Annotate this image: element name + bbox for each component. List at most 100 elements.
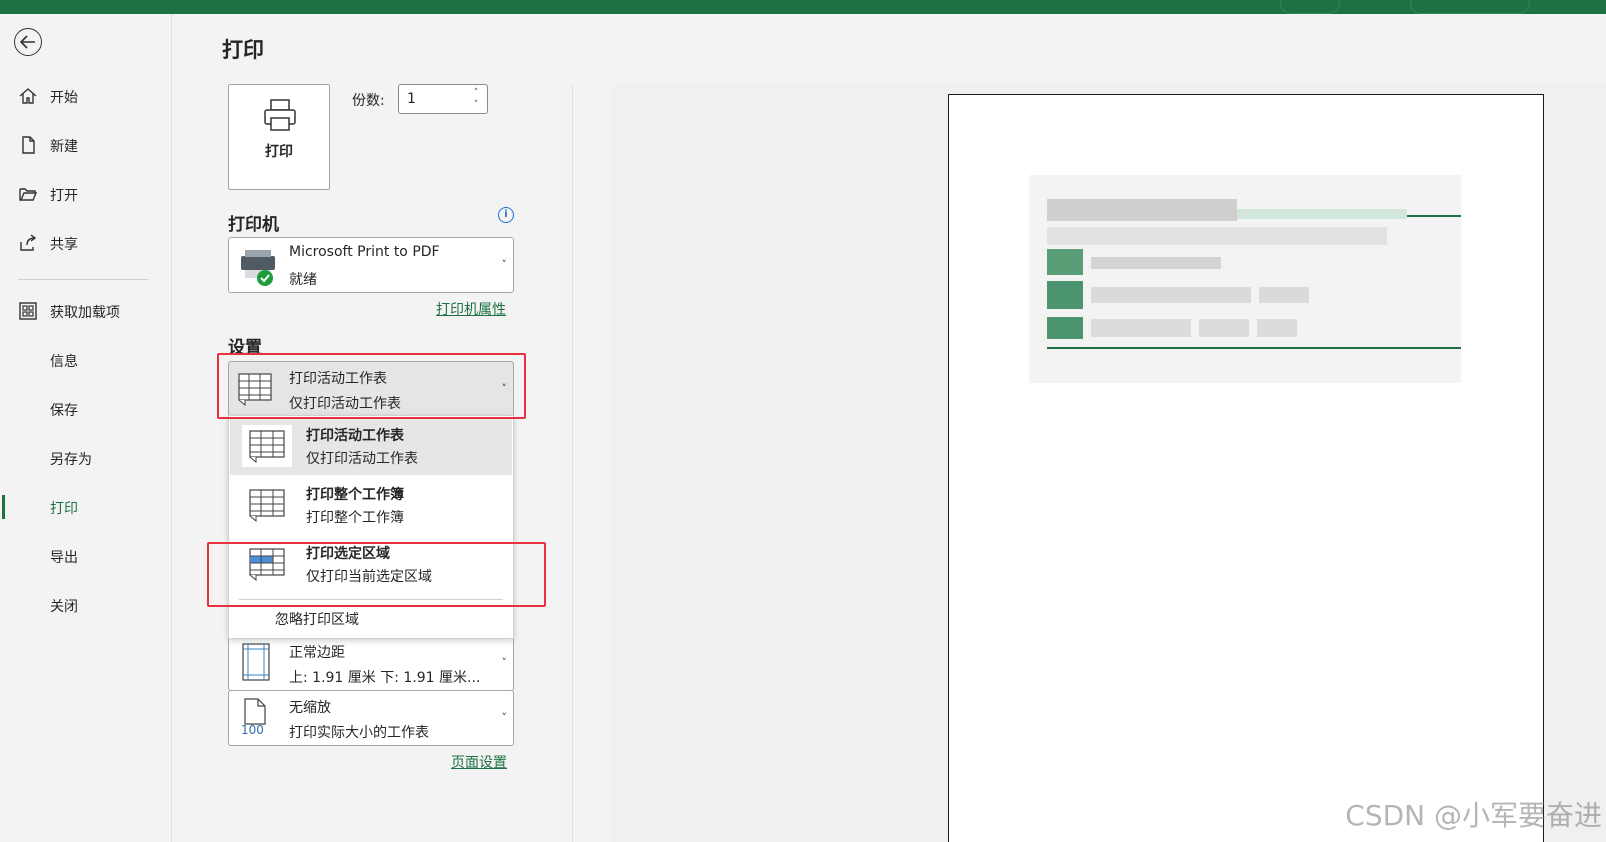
sidebar-item-label: 共享 (50, 237, 78, 253)
printer-name: Microsoft Print to PDF (289, 244, 440, 260)
selection-icon (242, 543, 292, 585)
folder-open-icon (19, 188, 38, 201)
workbook-icon (242, 484, 292, 526)
menu-item-title: 打印整个工作簿 (306, 487, 404, 503)
print-scope-desc: 仅打印活动工作表 (289, 396, 401, 412)
sidebar-item-export[interactable]: 导出 (0, 538, 172, 574)
print-scope-menu: 打印活动工作表 仅打印活动工作表 打印整个工作簿 打印整个工作簿 打印选定区域 … (228, 415, 514, 639)
chevron-down-icon: ˅ (501, 258, 508, 271)
print-button-label: 打印 (265, 144, 293, 160)
sidebar-item-new[interactable]: 新建 (0, 127, 172, 163)
page-setup-link[interactable]: 页面设置 (451, 752, 507, 772)
printer-section-title: 打印机 (228, 215, 279, 235)
sidebar-item-save-as[interactable]: 另存为 (0, 440, 172, 476)
sidebar-item-home[interactable]: 开始 (0, 78, 172, 114)
footer-rule (1047, 347, 1461, 349)
menu-item-print-active-sheet[interactable]: 打印活动工作表 仅打印活动工作表 (230, 417, 512, 475)
sidebar-item-info[interactable]: 信息 (0, 342, 172, 378)
sidebar-item-label: 另存为 (50, 452, 92, 468)
blurred-block (1091, 287, 1251, 303)
sidebar-item-label: 关闭 (50, 599, 78, 615)
sidebar-item-label: 保存 (50, 403, 78, 419)
print-scope-dropdown[interactable]: 打印活动工作表 仅打印活动工作表 ˅ (228, 361, 514, 417)
sidebar-item-share[interactable]: 共享 (0, 225, 172, 261)
chevron-down-icon: ˅ (501, 382, 508, 395)
print-scope-title: 打印活动工作表 (289, 371, 387, 387)
sidebar-item-open[interactable]: 打开 (0, 176, 172, 212)
info-icon[interactable]: i (498, 207, 514, 223)
print-button[interactable]: 打印 (228, 84, 330, 190)
sidebar-item-label: 获取加载项 (50, 305, 120, 321)
scaling-icon-text: 100 (241, 723, 264, 737)
printer-icon (264, 99, 296, 131)
sidebar-item-label: 打开 (50, 188, 78, 204)
menu-item-print-selection[interactable]: 打印选定区域 仅打印当前选定区域 (230, 535, 512, 593)
blurred-block (1047, 317, 1083, 339)
page-title: 打印 (222, 38, 264, 62)
margins-icon (242, 643, 270, 681)
blurred-block (1047, 249, 1083, 275)
chevron-down-icon[interactable]: ˅ (471, 99, 481, 111)
margins-dropdown[interactable]: 正常边距 上: 1.91 厘米 下: 1.91 厘米... ˅ (228, 635, 514, 691)
blurred-block (1257, 319, 1297, 337)
header-rule (1407, 215, 1461, 217)
sidebar-item-close[interactable]: 关闭 (0, 587, 172, 623)
chevron-down-icon: ˅ (501, 711, 508, 724)
blurred-block (1237, 209, 1407, 219)
new-document-icon (22, 136, 35, 154)
title-bar-decoration (1410, 0, 1530, 14)
sidebar-item-print[interactable]: 打印 (0, 489, 172, 525)
add-ins-grid-icon (19, 302, 37, 320)
printer-dropdown[interactable]: Microsoft Print to PDF 就绪 ˅ (228, 237, 514, 293)
home-icon (19, 88, 37, 104)
arrow-left-icon (20, 35, 35, 49)
menu-item-ignore-print-area[interactable]: 忽略打印区域 (275, 609, 359, 629)
menu-item-title: 打印选定区域 (306, 546, 390, 562)
scaling-dropdown[interactable]: 100 无缩放 打印实际大小的工作表 ˅ (228, 690, 514, 746)
copies-stepper[interactable]: 1 ˄ ˅ (398, 84, 488, 114)
preview-page (948, 94, 1544, 842)
copies-value: 1 (407, 91, 416, 107)
sidebar-divider (18, 279, 148, 280)
chevron-down-icon: ˅ (501, 656, 508, 669)
active-sheet-icon (242, 425, 292, 467)
sidebar-item-save[interactable]: 保存 (0, 391, 172, 427)
preview-content-blurred (1029, 175, 1461, 383)
menu-item-desc: 仅打印活动工作表 (306, 451, 418, 467)
share-icon (20, 234, 37, 251)
title-bar (0, 0, 1606, 14)
sidebar-item-label: 打印 (50, 501, 78, 517)
copies-label: 份数: (352, 93, 385, 109)
blurred-block (1259, 287, 1309, 303)
watermark: CSDN @小军要奋进 (1345, 799, 1602, 832)
menu-divider (239, 599, 503, 600)
blurred-block (1047, 199, 1237, 221)
scaling-title: 无缩放 (289, 700, 331, 716)
chevron-up-icon[interactable]: ˄ (471, 87, 481, 99)
menu-item-title: 打印活动工作表 (306, 428, 404, 444)
margins-title: 正常边距 (289, 645, 345, 661)
menu-item-print-workbook[interactable]: 打印整个工作簿 打印整个工作簿 (230, 476, 512, 534)
backstage-sidebar: 开始 新建 打开 共享 获取加载项 信息 保存 另存为 打印 导出 关闭 (0, 14, 172, 842)
printer-ready-icon (241, 250, 275, 286)
menu-item-desc: 打印整个工作簿 (306, 510, 404, 526)
active-sheet-icon (238, 373, 272, 407)
blurred-block (1047, 281, 1083, 309)
scaling-desc: 打印实际大小的工作表 (289, 725, 429, 741)
blurred-block (1047, 227, 1387, 245)
margins-desc: 上: 1.91 厘米 下: 1.91 厘米... (289, 670, 481, 686)
sidebar-item-label: 开始 (50, 90, 78, 106)
printer-status: 就绪 (289, 272, 317, 288)
menu-item-desc: 仅打印当前选定区域 (306, 569, 432, 585)
sidebar-item-label: 导出 (50, 550, 78, 566)
settings-section-title: 设置 (228, 338, 262, 358)
sidebar-item-label: 信息 (50, 354, 78, 370)
spin-buttons[interactable]: ˄ ˅ (471, 87, 481, 111)
printer-properties-link[interactable]: 打印机属性 (436, 299, 506, 319)
title-bar-decoration (1280, 0, 1340, 14)
blurred-block (1091, 319, 1191, 337)
panel-divider (572, 84, 573, 842)
blurred-block (1091, 257, 1221, 269)
sidebar-item-add-ins[interactable]: 获取加载项 (0, 293, 172, 329)
back-button[interactable] (14, 28, 42, 56)
